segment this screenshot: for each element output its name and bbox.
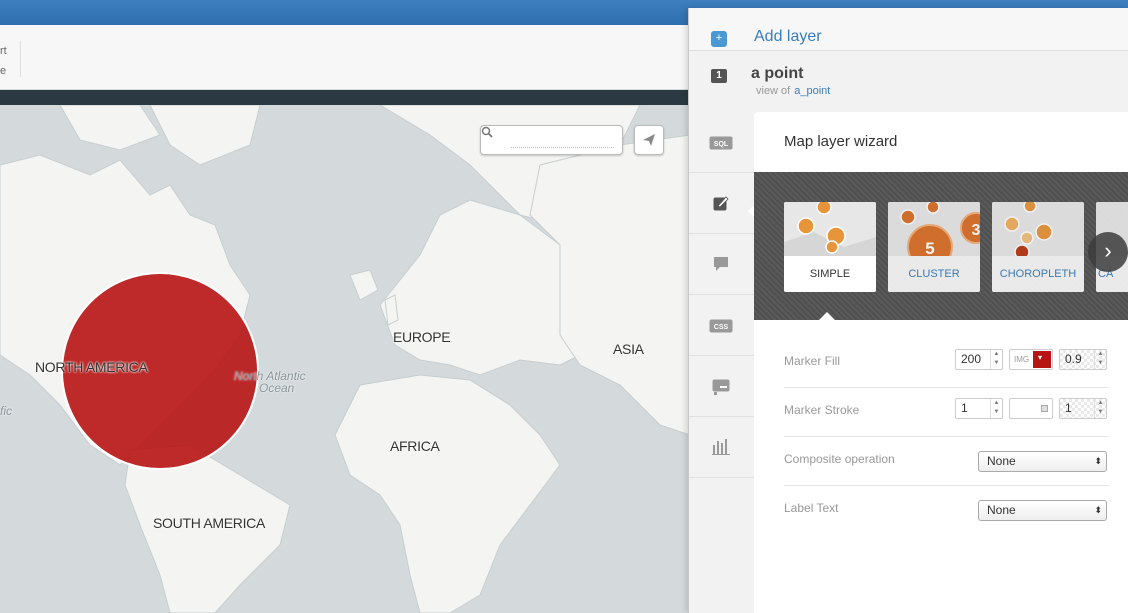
map-canvas[interactable]: NORTH AMERICA EUROPE ASIA AFRICA SOUTH A… (0, 105, 690, 613)
chevron-right-icon: › (1104, 238, 1112, 263)
label-text-row: Label Text None ⬍ (784, 486, 1109, 535)
marker-fill-row: Marker Fill 200 ▲▼ IMG 0.9 ▲▼ (784, 339, 1109, 388)
wizard-simple-label: SIMPLE (784, 256, 876, 292)
marker-fill-width-input[interactable]: 200 ▲ ▼ (955, 349, 1003, 370)
svg-text:CSS: CSS (714, 324, 729, 331)
composite-operation-value: None (987, 454, 1016, 468)
simple-thumbnail-icon (784, 202, 876, 256)
send-arrow-icon (643, 134, 655, 146)
spinner-icon[interactable]: ▲ ▼ (1094, 399, 1106, 418)
wizard-simple-card[interactable]: SIMPLE (784, 202, 876, 292)
layer-panel: + Add layer 1 a point view of a_point SQL (688, 8, 1128, 613)
map-label-asia: ASIA (613, 341, 644, 357)
add-layer-button[interactable]: Add layer (754, 28, 822, 46)
view-of-label: view of (756, 85, 791, 97)
tab-wizard[interactable] (689, 173, 754, 234)
selected-type-pointer (818, 312, 836, 321)
layer-header: 1 a point view of a_point (689, 51, 1128, 112)
layer-subtitle: view of a_point (756, 85, 830, 97)
tab-sql[interactable]: SQL (689, 112, 754, 173)
tab-css[interactable]: CSS (689, 295, 754, 356)
bar-chart-icon (712, 439, 730, 455)
wizard-choropleth-label: CHOROPLETH (992, 256, 1084, 292)
marker-fill-label: Marker Fill (784, 354, 840, 368)
sql-icon: SQL (709, 136, 733, 150)
label-text-value: None (987, 503, 1016, 517)
layer-title[interactable]: a point (751, 65, 803, 83)
marker-fill-width-value: 200 (961, 352, 982, 366)
marker-fill-color-picker[interactable]: IMG (1009, 349, 1053, 370)
select-arrows-icon: ⬍ (1094, 505, 1102, 515)
toolbar-fragment-line2: e (0, 65, 7, 77)
marker-stroke-width-input[interactable]: 1 ▲ ▼ (955, 398, 1003, 419)
marker-fill-opacity-input[interactable]: 0.9 ▲ ▼ (1059, 349, 1107, 370)
map-search-box[interactable] (480, 125, 623, 155)
carousel-next-button[interactable]: › (1088, 232, 1128, 272)
choropleth-thumbnail-icon (992, 202, 1084, 256)
cluster-thumbnail-icon: 5 3 (888, 202, 980, 256)
label-text-select[interactable]: None ⬍ (978, 500, 1107, 521)
tab-legend[interactable] (689, 356, 754, 417)
wizard-cluster-card[interactable]: 5 3 CLUSTER (888, 202, 980, 292)
dark-divider-strip (0, 90, 700, 105)
layer-side-tabs: SQL CSS (689, 112, 755, 613)
toolbar-fragment[interactable]: rt e (0, 41, 7, 81)
composite-operation-row: Composite operation None ⬍ (784, 437, 1109, 486)
tab-infowindow[interactable] (689, 234, 754, 295)
wizard-content: Map layer wizard SIMPLE 5 3 CLUSTER CHOR… (754, 112, 1128, 613)
map-label-south-america: SOUTH AMERICA (153, 515, 266, 531)
wizard-brush-icon (713, 196, 729, 211)
composite-operation-label: Composite operation (784, 452, 895, 466)
select-arrows-icon: ⬍ (1094, 456, 1102, 466)
color-swatch-icon (1041, 405, 1048, 412)
composite-operation-select[interactable]: None ⬍ (978, 451, 1107, 472)
map-label-europe: EUROPE (393, 329, 451, 345)
map-toolbar: rt e (0, 25, 700, 90)
table-link[interactable]: a_point (794, 85, 830, 97)
share-button[interactable] (634, 125, 664, 155)
wizard-title: Map layer wizard (784, 133, 898, 150)
css-icon: CSS (709, 319, 733, 333)
map-label-pacific-fragment: fic (0, 404, 12, 418)
marker-stroke-width-value: 1 (961, 401, 968, 415)
svg-text:SQL: SQL (714, 141, 729, 148)
wizard-choropleth-card[interactable]: CHOROPLETH (992, 202, 1084, 292)
marker-stroke-row: Marker Stroke 1 ▲ ▼ 1 ▲ ▼ (784, 388, 1109, 437)
ocean-label-line2: Ocean (259, 381, 295, 395)
spinner-icon[interactable]: ▲ ▼ (1094, 350, 1106, 369)
tab-charts[interactable] (689, 417, 754, 478)
wizard-type-carousel: SIMPLE 5 3 CLUSTER CHOROPLETH CA › (754, 172, 1128, 321)
marker-fill-image-label: IMG (1014, 355, 1030, 364)
marker-stroke-color-picker[interactable] (1009, 398, 1053, 419)
legend-icon (712, 379, 730, 395)
color-swatch-icon (1033, 351, 1051, 368)
add-layer-bar[interactable]: + Add layer (689, 8, 1128, 51)
marker-stroke-opacity-input[interactable]: 1 ▲ ▼ (1059, 398, 1107, 419)
cluster-count-5: 5 (925, 239, 934, 256)
cluster-count-3: 3 (972, 222, 980, 239)
map-label-north-atlantic: North Atlantic Ocean (234, 370, 306, 394)
spinner-icon[interactable]: ▲ ▼ (990, 399, 1002, 418)
toolbar-divider (20, 41, 21, 77)
map-label-africa: AFRICA (390, 438, 440, 454)
plus-icon: + (711, 31, 727, 47)
speech-bubble-icon (714, 257, 728, 271)
toolbar-fragment-line1: rt (0, 45, 7, 57)
search-icon (481, 126, 493, 138)
label-text-label: Label Text (784, 501, 839, 515)
spinner-icon[interactable]: ▲ ▼ (990, 350, 1002, 369)
marker-fill-opacity-value: 0.9 (1065, 352, 1082, 366)
map-label-north-america: NORTH AMERICA (35, 359, 148, 375)
marker-stroke-label: Marker Stroke (784, 403, 860, 417)
map-search-input[interactable] (511, 134, 614, 148)
layer-number-badge: 1 (711, 69, 727, 83)
marker-stroke-opacity-value: 1 (1065, 401, 1072, 415)
wizard-cluster-label: CLUSTER (888, 256, 980, 292)
